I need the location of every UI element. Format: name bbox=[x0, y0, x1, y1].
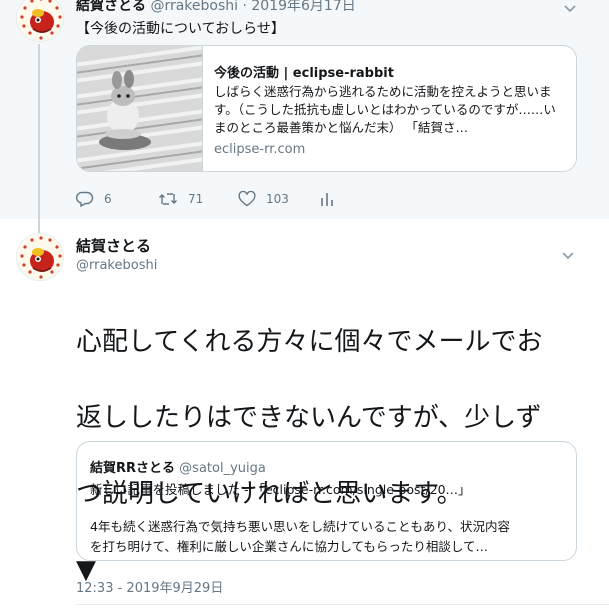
quoted-text-line: 4年も続く迷惑行為で気持ち悪い思いをし続けていることもあり、状況内容 bbox=[90, 519, 510, 534]
card-thumbnail-image bbox=[77, 46, 203, 171]
reply-button[interactable]: 6 bbox=[76, 191, 112, 207]
parent-author-avatar[interactable] bbox=[16, 0, 64, 42]
quoted-tweet[interactable]: 結賀RRさとる @satol_yuiga 新しい記事を投稿しました - 「ecl… bbox=[76, 441, 577, 561]
divider bbox=[76, 604, 609, 605]
quoted-text-line: 新しい記事を投稿しました - 「eclipse-rr.com/single-po… bbox=[90, 482, 471, 497]
link-card[interactable]: 今後の活動 | eclipse-rabbit しばらく迷惑行為から逃れるために活… bbox=[76, 45, 577, 172]
card-description: しばらく迷惑行為から逃れるために活動を控えようと思います。（こうした抵抗も虚しい… bbox=[214, 84, 556, 135]
card-domain: eclipse-rr.com bbox=[214, 142, 306, 157]
parent-tweet-date[interactable]: 2019年6月17日 bbox=[251, 0, 355, 14]
heart-icon bbox=[238, 191, 256, 207]
retweet-icon bbox=[158, 191, 178, 207]
like-count: 103 bbox=[266, 192, 289, 206]
quoted-text-line: を打ち明けて、権利に厳しい企業さんに協力してもらったり相談して… bbox=[90, 539, 489, 554]
tweet-timestamp[interactable]: 12:33 - 2019年9月29日 bbox=[76, 577, 223, 596]
quoted-tweet-header: 結賀RRさとる @satol_yuiga bbox=[90, 457, 266, 476]
like-button[interactable]: 103 bbox=[238, 191, 289, 207]
parent-tweet-text: 【今後の活動についておしらせ】 bbox=[76, 21, 285, 37]
quoted-author-name: 結賀RRさとる bbox=[90, 461, 176, 476]
parent-tweet-header: 結賀さとる @rrakeboshi · 2019年6月17日 bbox=[76, 0, 356, 15]
reply-icon bbox=[76, 191, 94, 207]
chevron-down-icon[interactable] bbox=[564, 2, 576, 16]
thread-line bbox=[38, 44, 40, 219]
parent-author-handle[interactable]: @rrakeboshi bbox=[150, 0, 238, 14]
analytics-button[interactable] bbox=[320, 191, 334, 207]
parent-tweet[interactable]: 結賀さとる @rrakeboshi · 2019年6月17日 【今後の活動につい… bbox=[0, 0, 609, 219]
main-tweet: 結賀さとる @rrakeboshi 心配してくれる方々に個々でメールでお 返しし… bbox=[0, 219, 609, 609]
header-separator: · bbox=[242, 0, 247, 14]
parent-author-name[interactable]: 結賀さとる bbox=[76, 0, 146, 14]
reply-count: 6 bbox=[104, 192, 112, 206]
card-title: 今後の活動 | eclipse-rabbit bbox=[214, 66, 394, 81]
main-author-name[interactable]: 結賀さとる bbox=[76, 235, 151, 256]
thread-line-top bbox=[38, 219, 40, 233]
main-author-handle[interactable]: @rrakeboshi bbox=[76, 258, 157, 273]
quoted-author-handle: @satol_yuiga bbox=[179, 461, 266, 476]
analytics-icon bbox=[320, 191, 334, 207]
retweet-count: 71 bbox=[188, 192, 204, 206]
main-tweet-text-line: 返ししたりはできないんですが、少しず bbox=[76, 403, 542, 433]
retweet-button[interactable]: 71 bbox=[158, 191, 203, 207]
main-tweet-text-line: 心配してくれる方々に個々でメールでお bbox=[76, 327, 543, 357]
main-author-avatar[interactable] bbox=[16, 233, 64, 281]
chevron-down-icon[interactable] bbox=[562, 249, 574, 263]
